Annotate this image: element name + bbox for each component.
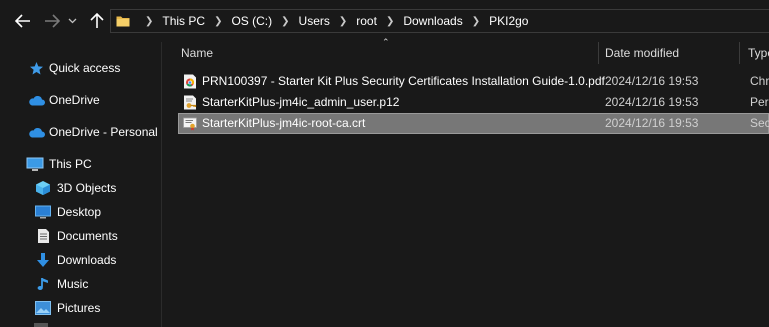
sidebar-item-label: This PC <box>49 157 92 171</box>
chrome-pdf-icon <box>184 74 196 89</box>
sidebar-item-label: Pictures <box>57 301 101 315</box>
file-date-modified: 2024/12/16 19:53 <box>605 116 699 130</box>
arrow-left-icon <box>15 14 30 28</box>
document-icon <box>34 228 52 244</box>
file-row[interactable]: StarterKitPlus-jm4ic_admin_user.p12 2024… <box>178 92 769 113</box>
up-button[interactable] <box>85 8 109 34</box>
file-name: PRN100397 - Starter Kit Plus Security Ce… <box>202 74 605 88</box>
sidebar-item-onedrive-personal[interactable]: OneDrive - Personal <box>0 121 161 143</box>
breadcrumb-this-pc[interactable]: This PC <box>162 14 205 28</box>
file-date-modified: 2024/12/16 19:53 <box>605 74 699 88</box>
sidebar-item-partial <box>34 323 48 327</box>
back-button[interactable] <box>11 8 35 34</box>
breadcrumb: ❯ This PC ❯ OS (C:) ❯ Users ❯ root ❯ Dow… <box>136 14 528 28</box>
forward-button[interactable] <box>40 8 64 34</box>
sidebar-item-label: Quick access <box>49 61 121 75</box>
chevron-right-icon[interactable]: ❯ <box>339 16 347 27</box>
sidebar-item-label: Desktop <box>57 205 102 219</box>
sidebar-item-desktop[interactable]: Desktop <box>0 201 161 223</box>
chevron-right-icon: ❯ <box>145 15 154 27</box>
breadcrumb-root[interactable]: root <box>356 14 377 28</box>
picture-icon <box>34 300 52 316</box>
file-type: Chr <box>750 74 769 88</box>
file-row-selected[interactable]: StarterKitPlus-jm4ic-root-ca.crt 2024/12… <box>178 113 769 134</box>
sidebar-item-onedrive[interactable]: OneDrive <box>0 89 161 111</box>
cloud-icon <box>27 124 45 140</box>
certificate-key-icon <box>184 95 197 110</box>
column-header-type[interactable]: Type <box>748 42 769 64</box>
column-header-name[interactable]: Name <box>181 42 213 64</box>
sidebar-item-label: 3D Objects <box>57 181 117 195</box>
sidebar-item-label: OneDrive <box>49 93 100 107</box>
chevron-right-icon[interactable]: ❯ <box>472 16 480 27</box>
desktop-icon <box>34 204 52 220</box>
sidebar-item-pictures[interactable]: Pictures <box>0 297 161 319</box>
folder-icon <box>116 16 130 27</box>
breadcrumb-pki2go[interactable]: PKI2go <box>489 14 528 28</box>
address-bar[interactable]: ❯ This PC ❯ OS (C:) ❯ Users ❯ root ❯ Dow… <box>110 9 769 33</box>
column-header-date-modified[interactable]: Date modified <box>605 42 679 64</box>
download-icon <box>34 252 52 268</box>
chevron-right-icon[interactable]: ❯ <box>214 16 222 27</box>
sidebar-item-label: Downloads <box>57 253 117 267</box>
chevron-right-icon[interactable]: ❯ <box>386 16 394 27</box>
cube-icon <box>34 180 52 196</box>
file-date-modified: 2024/12/16 19:53 <box>605 95 699 109</box>
sidebar-item-downloads[interactable]: Downloads <box>0 249 161 271</box>
sidebar-item-label: OneDrive - Personal <box>49 125 158 139</box>
sidebar-item-label: Documents <box>57 229 118 243</box>
sort-ascending-icon: ⌃ <box>382 37 390 47</box>
breadcrumb-os-c[interactable]: OS (C:) <box>231 14 272 28</box>
breadcrumb-users[interactable]: Users <box>299 14 330 28</box>
file-type: Pers <box>750 95 769 109</box>
column-divider[interactable] <box>739 42 740 64</box>
arrow-right-icon <box>45 14 60 28</box>
star-icon <box>27 60 45 76</box>
sidebar-item-label: Music <box>57 277 89 291</box>
sidebar-item-this-pc[interactable]: This PC <box>0 153 161 175</box>
sidebar-item-quick-access[interactable]: Quick access <box>0 57 161 79</box>
recent-locations-button[interactable] <box>64 8 80 34</box>
file-type: Secu <box>750 116 769 130</box>
sidebar-item-documents[interactable]: Documents <box>0 225 161 247</box>
navigation-pane: Quick access OneDrive OneDrive - Persona… <box>0 42 162 327</box>
certificate-icon <box>183 117 197 131</box>
file-name: StarterKitPlus-jm4ic_admin_user.p12 <box>202 95 400 109</box>
navigation-toolbar: ❯ This PC ❯ OS (C:) ❯ Users ❯ root ❯ Dow… <box>0 0 769 42</box>
breadcrumb-downloads[interactable]: Downloads <box>403 14 462 28</box>
file-row[interactable]: PRN100397 - Starter Kit Plus Security Ce… <box>178 71 769 92</box>
arrow-up-icon <box>90 13 104 28</box>
cloud-icon <box>27 92 45 108</box>
column-divider[interactable] <box>598 42 599 64</box>
file-list: ⌃ Name Date modified Type PRN100397 - St… <box>162 37 769 327</box>
computer-icon <box>26 156 44 172</box>
chevron-right-icon[interactable]: ❯ <box>281 16 289 27</box>
sidebar-item-3d-objects[interactable]: 3D Objects <box>0 177 161 199</box>
sidebar-item-music[interactable]: Music <box>0 273 161 295</box>
music-icon <box>34 276 52 292</box>
chevron-down-icon <box>68 18 76 24</box>
file-name: StarterKitPlus-jm4ic-root-ca.crt <box>202 116 366 130</box>
